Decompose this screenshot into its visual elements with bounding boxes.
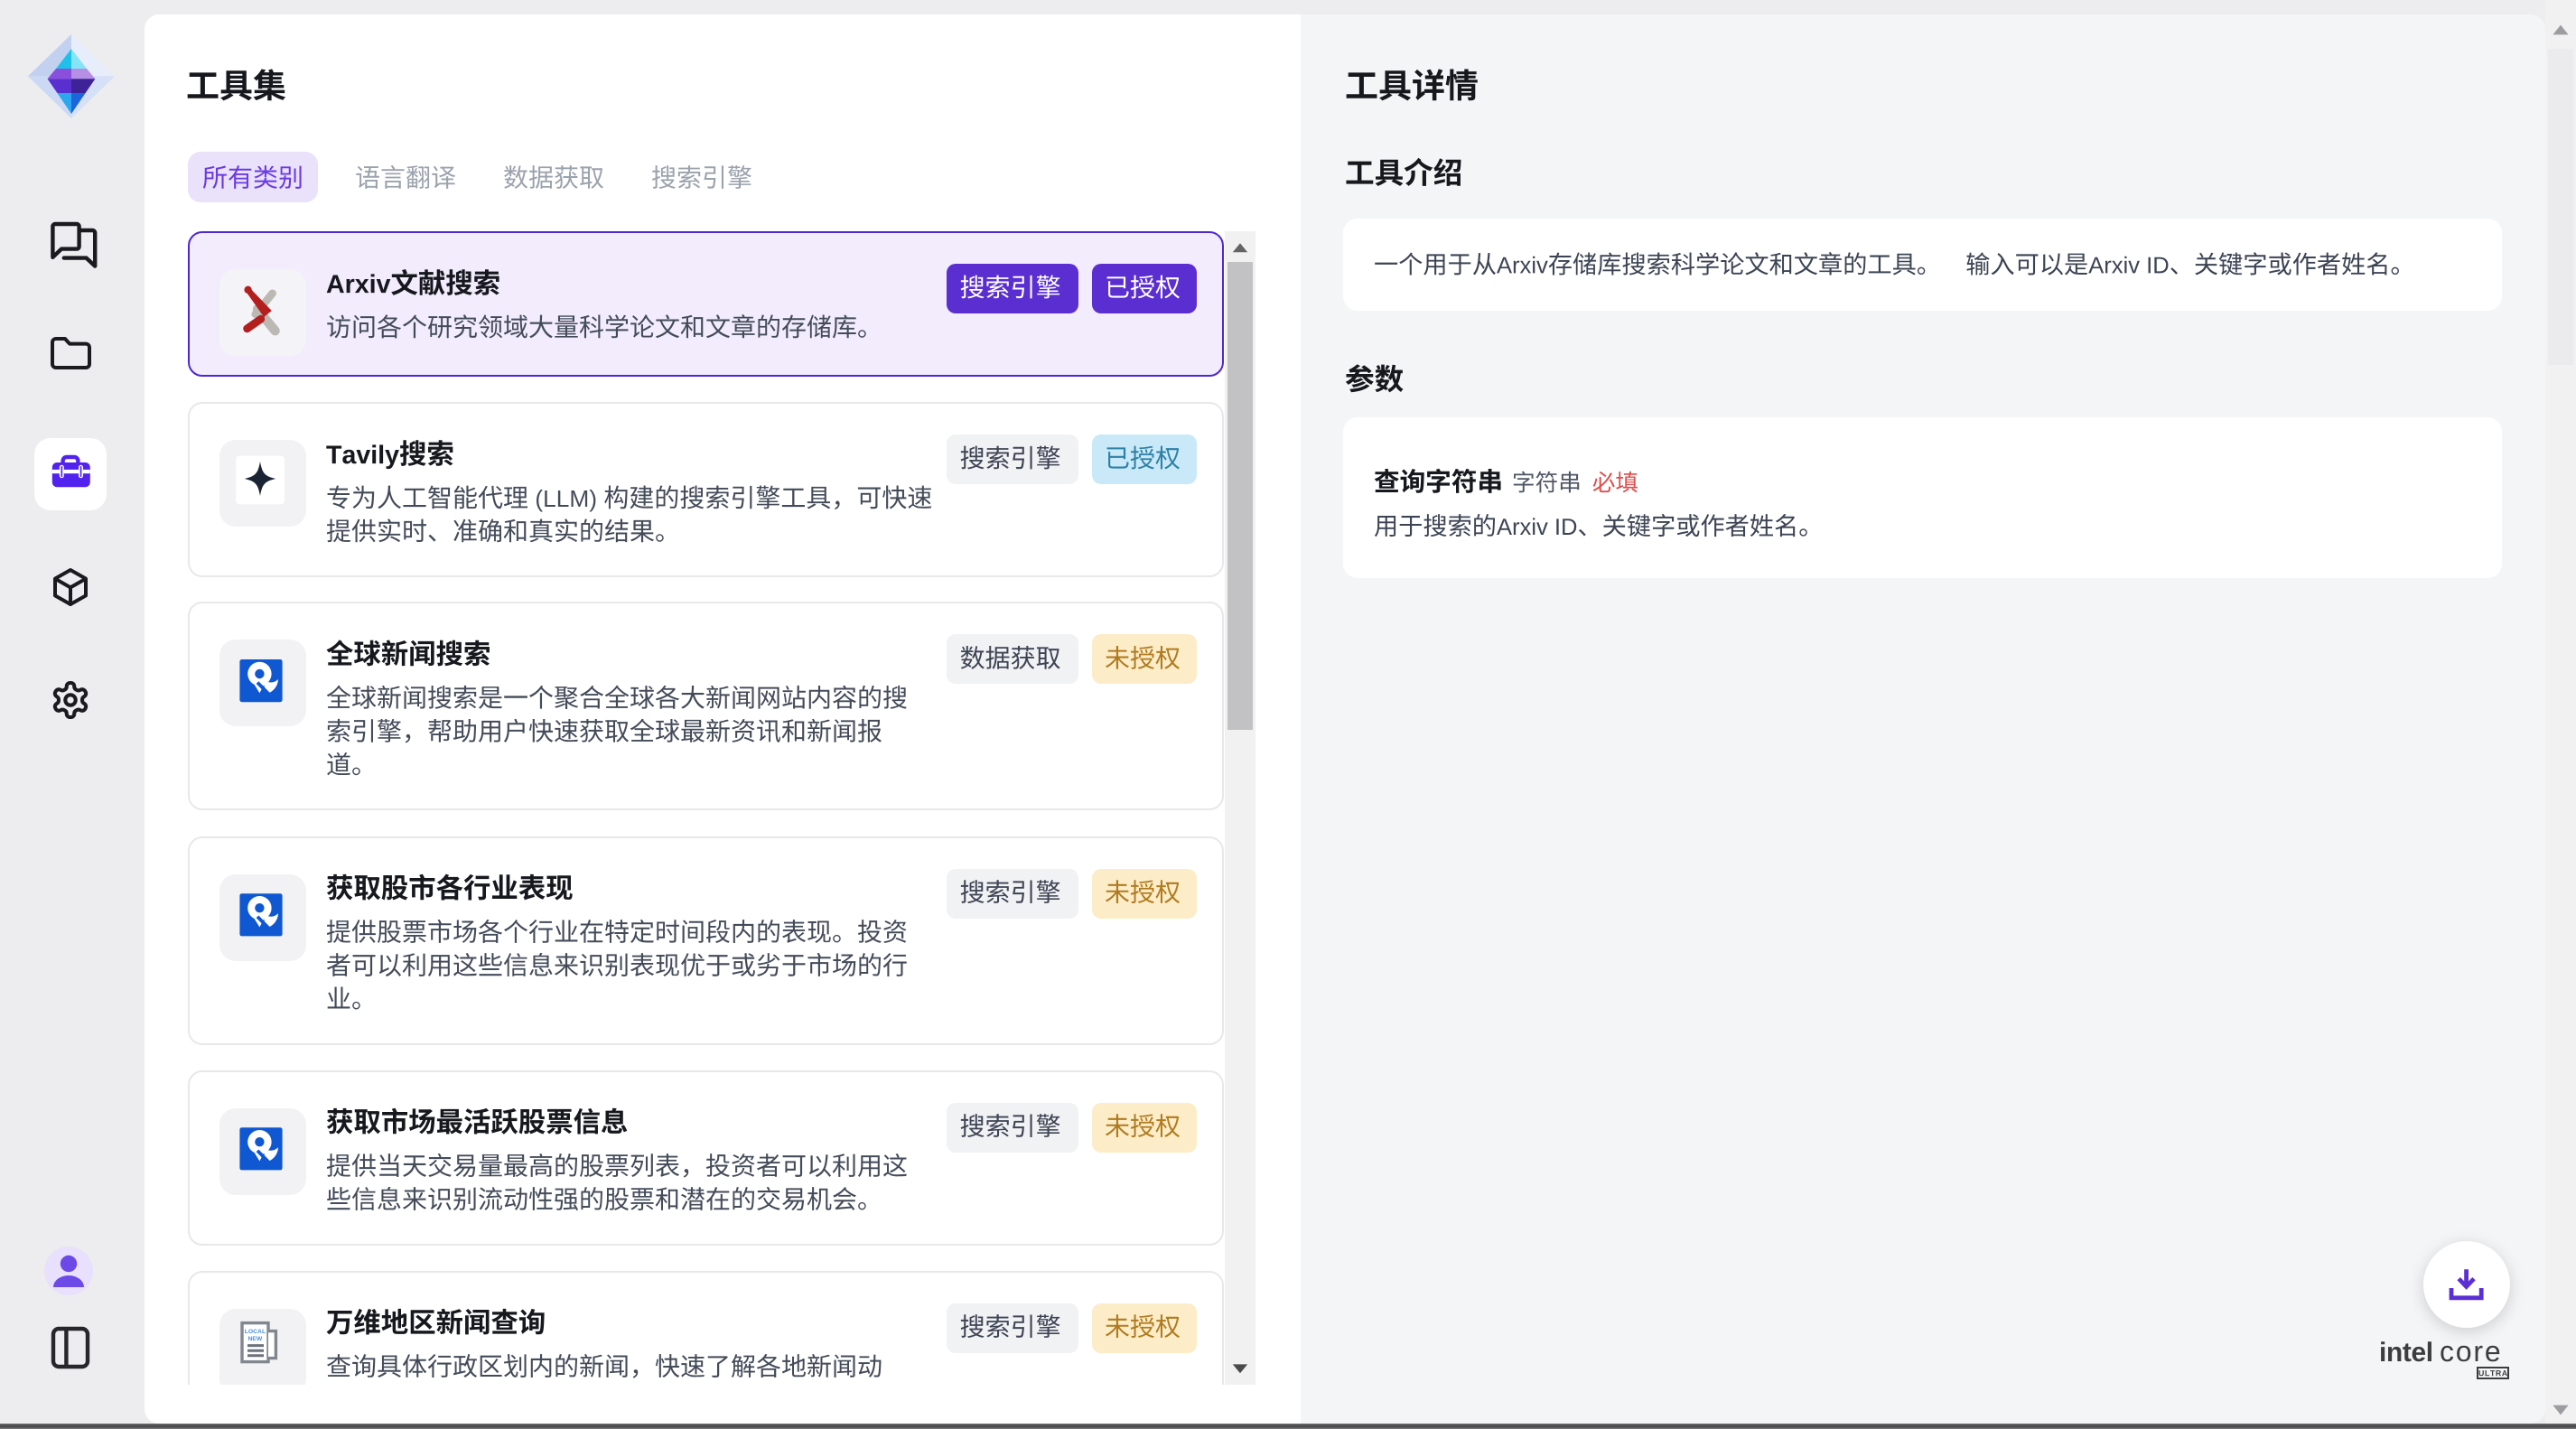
svg-text:NEW: NEW	[247, 1336, 262, 1342]
svg-text:LOCAL: LOCAL	[245, 1329, 266, 1335]
